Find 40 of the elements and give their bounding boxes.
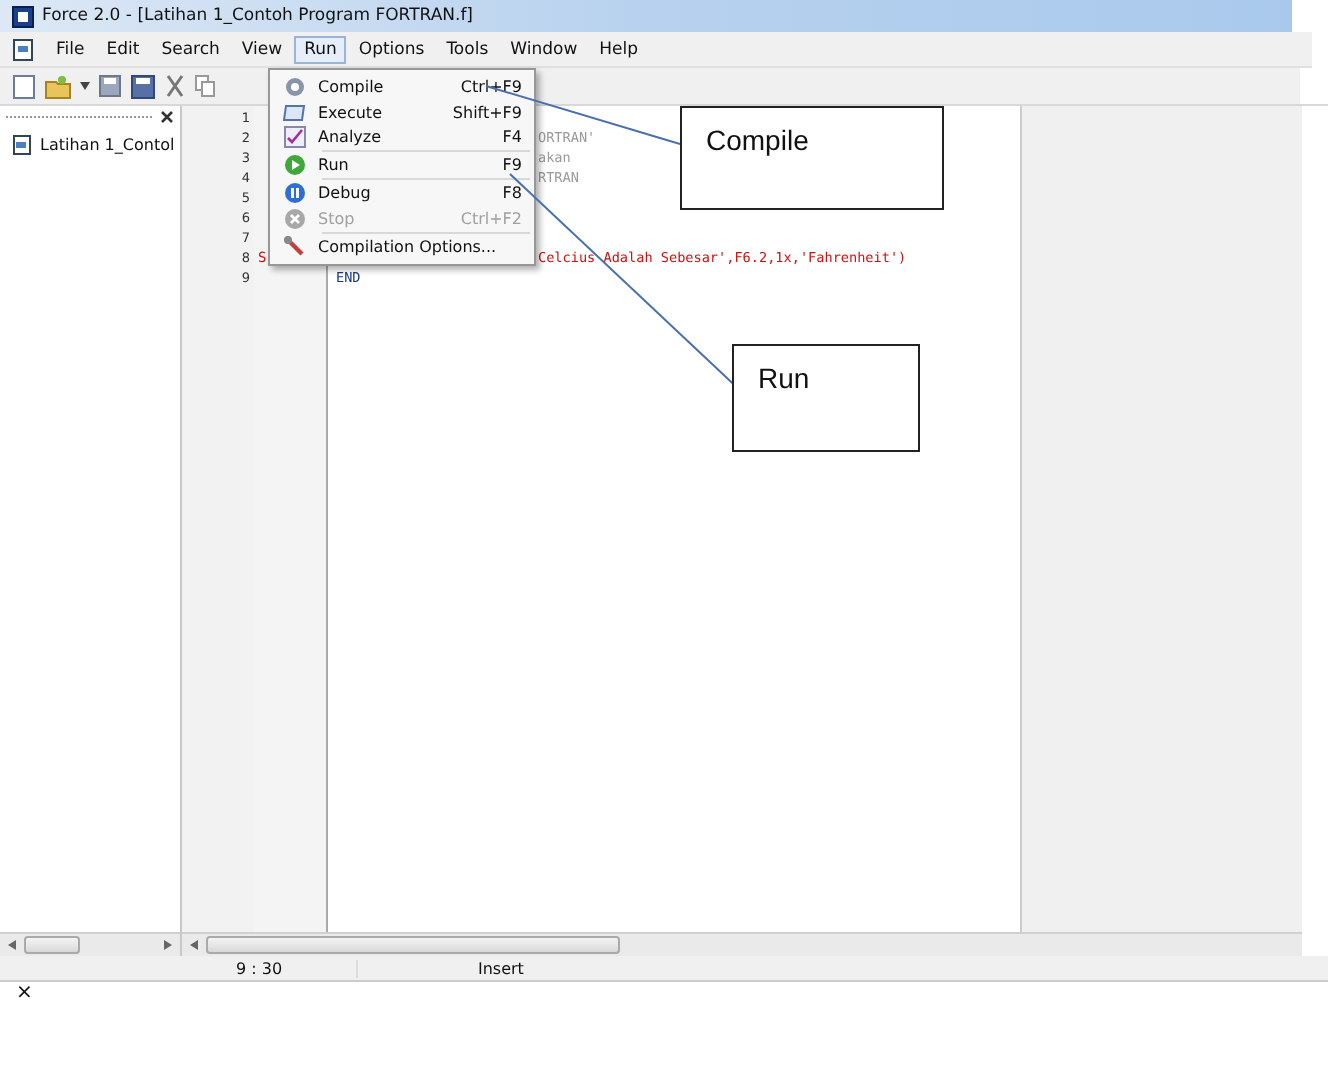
play-icon — [283, 154, 305, 177]
cursor-position: 9 : 30 — [236, 959, 358, 977]
wrench-icon — [282, 234, 306, 259]
menu-item[interactable]: Run — [294, 35, 347, 63]
insert-mode-indicator: Insert — [478, 959, 524, 977]
app-icon — [12, 5, 34, 27]
menu-item[interactable]: Analyze F4 — [270, 125, 534, 151]
gear-icon — [283, 75, 305, 98]
window-title: Force 2.0 - [Latihan 1_Contoh Program FORTRAN.f] — [42, 6, 474, 26]
save-all-icon[interactable] — [130, 73, 156, 99]
new-file-icon[interactable] — [12, 73, 36, 99]
save-icon[interactable] — [98, 74, 122, 98]
menu-item[interactable]: Edit — [96, 35, 150, 63]
menu-item[interactable]: Debug F8 — [270, 180, 534, 206]
close-icon[interactable] — [160, 109, 174, 123]
menu-item[interactable]: Compilation Options... — [270, 233, 534, 260]
file-tree-item[interactable]: Latihan 1_Contol — [40, 136, 175, 154]
cut-icon[interactable] — [164, 74, 186, 98]
horizontal-scrollbar[interactable] — [0, 932, 180, 956]
pause-icon — [283, 182, 305, 205]
copy-icon[interactable] — [194, 74, 216, 98]
checkmark-icon — [283, 126, 305, 149]
close-icon[interactable]: × — [16, 982, 33, 1004]
menu-item[interactable]: Compile Ctrl+F9 — [270, 74, 534, 100]
menu-item[interactable]: Window — [500, 35, 588, 63]
file-icon — [12, 134, 32, 156]
menu-item[interactable]: Run F9 — [270, 152, 534, 179]
horizontal-scrollbar[interactable] — [182, 932, 1302, 956]
menu-item[interactable]: View — [231, 35, 293, 63]
menu-item[interactable]: Tools — [436, 35, 499, 63]
callout-label: Run — [732, 344, 920, 452]
menu-item[interactable]: Execute Shift+F9 — [270, 99, 534, 126]
stop-icon — [283, 207, 305, 230]
menu-item[interactable]: File — [46, 35, 95, 63]
callout-label: Compile — [680, 106, 944, 210]
menu-item[interactable]: Search — [151, 35, 230, 63]
document-icon — [12, 37, 36, 61]
menu-item[interactable]: Help — [589, 35, 649, 63]
menu-item[interactable]: Options — [348, 35, 435, 63]
dropdown-caret-icon[interactable] — [80, 82, 90, 90]
